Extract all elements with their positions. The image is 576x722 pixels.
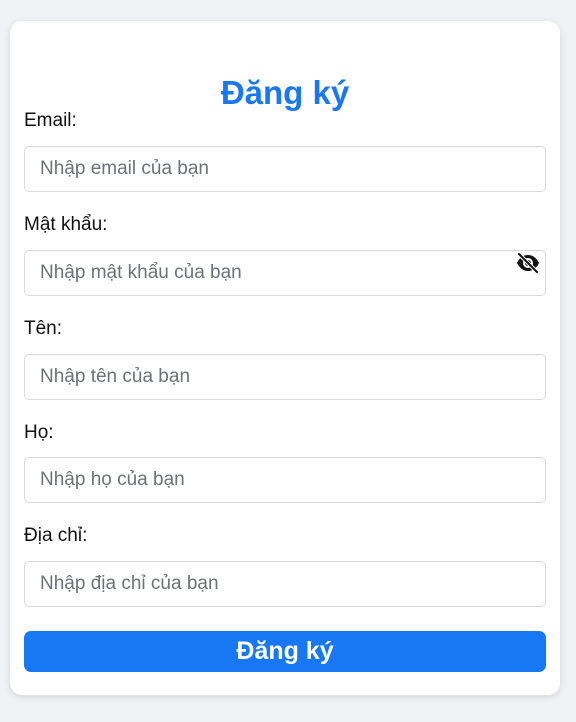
- form-title: Đăng ký: [220, 74, 350, 111]
- first-name-label: Tên:: [24, 318, 63, 339]
- registration-card: Đăng ký Email: Mật khẩu: Tên: Họ: Địa ch…: [10, 21, 560, 695]
- first-name-field[interactable]: [24, 354, 546, 400]
- address-label: Địa chỉ:: [24, 525, 88, 546]
- password-field[interactable]: [24, 250, 546, 296]
- last-name-label: Họ:: [24, 422, 54, 443]
- eye-slash-icon[interactable]: [515, 251, 541, 275]
- register-button[interactable]: Đăng ký: [24, 631, 546, 672]
- email-field[interactable]: [24, 146, 546, 192]
- address-field[interactable]: [24, 561, 546, 607]
- password-label: Mật khẩu:: [24, 214, 108, 235]
- last-name-field[interactable]: [24, 457, 546, 503]
- email-label: Email:: [24, 110, 77, 131]
